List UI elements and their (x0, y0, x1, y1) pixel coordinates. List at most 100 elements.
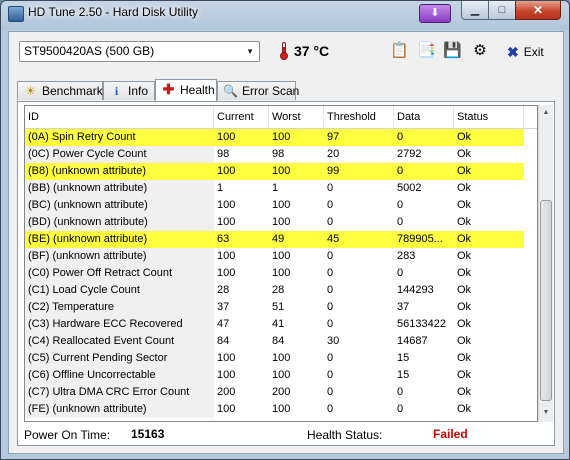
scrollbar-thumb[interactable] (540, 200, 552, 401)
worst-value: 51 (272, 301, 285, 313)
current-value: 100 (217, 267, 236, 279)
status-value: Ok (457, 199, 472, 211)
raw-data-value: 15 (397, 369, 410, 381)
raw-data-value: 0 (397, 267, 404, 279)
temperature-readout: 37 °C (294, 43, 330, 59)
table-row[interactable]: (FE) (unknown attribute) 100 100 0 0 Ok (25, 401, 537, 418)
table-row[interactable]: (C6) Offline Uncorrectable 100 100 0 15 Ok (25, 367, 537, 384)
table-row[interactable]: (BB) (unknown attribute) 1 1 0 5002 Ok (25, 180, 537, 197)
current-value: 37 (217, 301, 230, 313)
power-on-value: 15163 (131, 427, 165, 441)
worst-value: 84 (272, 335, 285, 347)
threshold-value: 0 (327, 301, 334, 313)
current-value: 1 (217, 182, 224, 194)
copy-screenshot-icon[interactable]: 📑 (417, 42, 436, 60)
raw-data-value: 37 (397, 301, 410, 313)
current-value: 63 (214, 231, 269, 248)
threshold-value: 0 (327, 267, 334, 279)
column-header-threshold[interactable]: Threshold (324, 106, 394, 128)
status-value: Ok (457, 403, 472, 415)
tab-info[interactable]: i Info (103, 81, 155, 100)
threshold-value: 0 (327, 216, 334, 228)
table-row[interactable]: (C2) Temperature 37 51 0 37 Ok (25, 299, 537, 316)
current-value: 84 (217, 335, 230, 347)
worst-value: 100 (272, 369, 291, 381)
table-row[interactable]: (BD) (unknown attribute) 100 100 0 0 Ok (25, 214, 537, 231)
column-header-worst[interactable]: Worst (269, 106, 324, 128)
magnifier-icon: 🔍 (223, 84, 238, 98)
column-header-data[interactable]: Data (394, 106, 454, 128)
raw-data-value: 0 (397, 216, 404, 228)
scroll-down-icon[interactable]: ▼ (539, 405, 553, 421)
window-title: HD Tune 2.50 - Hard Disk Utility (28, 5, 199, 19)
raw-data-value: 2792 (397, 148, 422, 160)
status-value: Ok (457, 284, 472, 296)
status-value: Ok (457, 182, 472, 194)
threshold-value: 0 (327, 352, 334, 364)
table-row[interactable]: (BC) (unknown attribute) 100 100 0 0 Ok (25, 197, 537, 214)
health-cross-icon: ✚ (162, 81, 175, 97)
status-value: Ok (457, 352, 472, 364)
tab-benchmark-label: Benchmark (42, 84, 103, 98)
table-row[interactable]: (C3) Hardware ECC Recovered 47 41 0 56133422… (25, 316, 537, 333)
copy-text-icon[interactable]: 📋 (390, 42, 409, 60)
threshold-value: 0 (327, 182, 334, 194)
status-footer: Power On Time: 15163 Health Status: Fail… (18, 424, 556, 446)
table-row[interactable]: (C4) Reallocated Event Count 84 84 30 14687 O… (25, 333, 537, 350)
tab-benchmark[interactable]: ☀ Benchmark (17, 81, 103, 100)
maximize-button[interactable]: □ (488, 1, 516, 20)
close-button[interactable]: ✕ (515, 1, 561, 20)
threshold-value: 20 (327, 148, 340, 160)
current-value: 100 (217, 369, 236, 381)
worst-value: 200 (272, 386, 291, 398)
worst-value: 100 (272, 267, 291, 279)
vertical-scrollbar[interactable]: ▲ ▼ (538, 105, 553, 422)
current-value: 98 (217, 148, 230, 160)
status-value: Ok (457, 335, 472, 347)
exit-button[interactable]: ✖ Exit (507, 43, 544, 61)
status-value: Ok (457, 386, 472, 398)
options-icon[interactable]: ⚙ (471, 42, 489, 60)
column-header-id[interactable]: ID (25, 106, 214, 128)
column-header-status[interactable]: Status (454, 106, 524, 128)
current-value: 47 (217, 318, 230, 330)
worst-value: 49 (269, 231, 324, 248)
table-row[interactable]: (0C) Power Cycle Count 98 98 20 2792 Ok (25, 146, 537, 163)
attribute-name: (C2) Temperature (25, 299, 214, 316)
table-row[interactable]: (BE) (unknown attribute) 63 49 45 789905... O… (25, 231, 537, 248)
attribute-name: (C1) Load Cycle Count (25, 282, 214, 299)
table-row[interactable]: (C0) Power Off Retract Count 100 100 0 0 Ok (25, 265, 537, 282)
table-row[interactable]: (C5) Current Pending Sector 100 100 0 15 Ok (25, 350, 537, 367)
current-value: 28 (217, 284, 230, 296)
worst-value: 1 (272, 182, 279, 194)
column-header-current[interactable]: Current (214, 106, 269, 128)
status-value: Ok (457, 318, 472, 330)
threshold-value: 0 (327, 369, 334, 381)
download-arrow-icon[interactable]: ⬇ (419, 4, 451, 23)
threshold-value: 30 (327, 335, 340, 347)
current-value: 100 (217, 216, 236, 228)
minimize-button[interactable]: ▁ (461, 1, 489, 20)
worst-value: 100 (272, 250, 291, 262)
status-value: Ok (454, 231, 524, 248)
title-bar[interactable]: HD Tune 2.50 - Hard Disk Utility ⬇ ▁ □ ✕ (1, 1, 569, 27)
table-row[interactable]: (C7) Ultra DMA CRC Error Count 200 200 0 0 Ok (25, 384, 537, 401)
current-value: 100 (217, 250, 236, 262)
raw-data-value: 283 (397, 250, 416, 262)
tab-error-scan-label: Error Scan (242, 84, 300, 98)
drive-select[interactable]: ST9500420AS (500 GB) ▼ (19, 41, 260, 62)
tab-health[interactable]: ✚ Health (155, 79, 217, 101)
table-row[interactable]: (0A) Spin Retry Count 100 100 97 0 Ok (25, 129, 537, 146)
scroll-up-icon[interactable]: ▲ (539, 105, 553, 121)
table-row[interactable]: (B8) (unknown attribute) 100 100 99 0 Ok (25, 163, 537, 180)
worst-value: 100 (269, 163, 324, 180)
exit-icon: ✖ (507, 43, 519, 60)
status-value: Ok (457, 369, 472, 381)
tab-error-scan[interactable]: 🔍 Error Scan (217, 81, 300, 100)
benchmark-icon: ☀ (25, 84, 36, 98)
main-content: ST9500420AS (500 GB) ▼ 37 °C 📋 📑 💾 ⚙ ✖ E… (8, 31, 564, 454)
attribute-name: (C0) Power Off Retract Count (25, 265, 214, 282)
save-icon[interactable]: 💾 (443, 42, 462, 60)
table-row[interactable]: (C1) Load Cycle Count 28 28 0 144293 Ok (25, 282, 537, 299)
table-row[interactable]: (BF) (unknown attribute) 100 100 0 283 Ok (25, 248, 537, 265)
